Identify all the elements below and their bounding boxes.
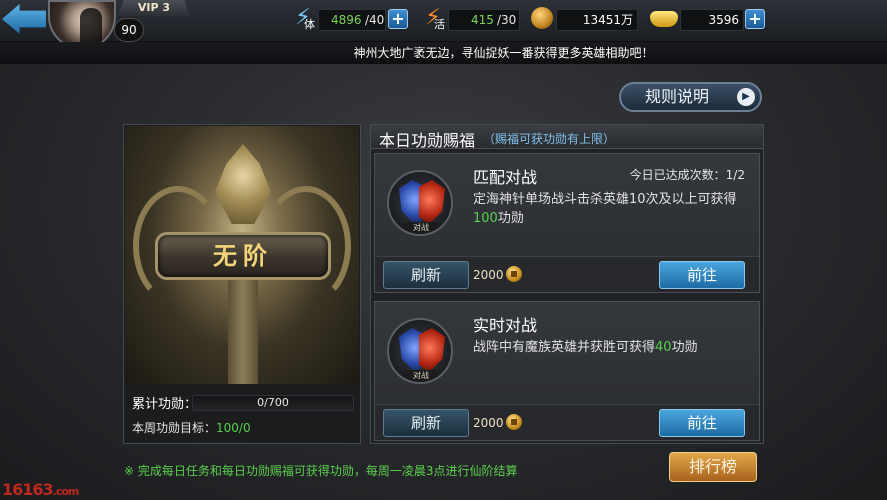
card-title: 匹配对战 <box>473 168 538 187</box>
vip-badge[interactable]: VIP 3 <box>118 0 190 16</box>
daily-blessing-panel: 本日功勋赐福 （赐福可获功勋有上限） 对战 匹配对战 今日已达成次数：1/2 定… <box>370 124 764 444</box>
card-title: 实时对战 <box>473 316 538 335</box>
card-description: 定海神针单场战斗击杀英雄10次及以上可获得 100功勋 <box>473 190 753 228</box>
daily-header: 本日功勋赐福 （赐福可获功勋有上限） <box>371 125 763 150</box>
reward-value: 2000 <box>473 416 504 430</box>
desc-highlight: 40 <box>655 340 672 355</box>
weekly-target-value: 100/0 <box>216 421 251 435</box>
red-mask <box>419 328 445 372</box>
gold-ingot-icon <box>648 3 680 33</box>
rank-panel: 无阶 累计功勋： 0/700 本周功勋目标：100/0 <box>123 124 361 444</box>
versus-mask-icon: 对战 <box>387 170 453 236</box>
rank-stats: 累计功勋： 0/700 本周功勋目标：100/0 <box>124 387 360 443</box>
emblem-tag: 对战 <box>403 370 439 382</box>
copper-value: 13451万 <box>582 13 633 27</box>
copper-counter: 13451万 <box>556 9 638 31</box>
ranking-button[interactable]: 排行榜 <box>669 452 757 482</box>
rank-emblem-art: 无阶 <box>125 126 359 384</box>
rules-button[interactable]: 规则说明 ▶ <box>619 82 762 112</box>
vitality-label: 活 <box>434 18 445 31</box>
emblem-tag: 对战 <box>403 222 439 234</box>
copper-coin-icon <box>505 414 522 430</box>
red-mask <box>419 180 445 224</box>
desc-text: 定海神针单场战斗击杀英雄10次及以上可获得 <box>473 192 737 207</box>
desc-suffix: 功勋 <box>671 340 698 355</box>
refresh-button[interactable]: 刷新 <box>383 261 469 289</box>
card-description: 战阵中有魔族英雄并获胜可获得40功勋 <box>473 338 753 357</box>
card-footer: 刷新 2000 前往 <box>375 404 759 440</box>
merit-progress-text: 0/700 <box>257 396 289 409</box>
vitality-value: 415 <box>471 13 494 27</box>
stamina-value: 4896 <box>331 13 362 27</box>
copper-coin-icon <box>529 3 555 33</box>
reward: 2000 <box>473 414 522 432</box>
add-stamina-button[interactable]: + <box>388 9 408 29</box>
goto-button[interactable]: 前往 <box>659 409 745 437</box>
rules-button-label: 规则说明 <box>645 87 710 106</box>
copper-coin-icon <box>505 266 522 282</box>
site-watermark: 16163.com <box>2 480 80 499</box>
reward-value: 2000 <box>473 268 504 282</box>
refresh-button[interactable]: 刷新 <box>383 409 469 437</box>
goto-button[interactable]: 前往 <box>659 261 745 289</box>
top-bar: VIP 3 90 ⚡ 体 4896 /40 + ⚡ 活 415 /30 1345… <box>0 0 887 50</box>
reward: 2000 <box>473 266 522 284</box>
task-card-match-battle: 对战 匹配对战 今日已达成次数：1/2 定海神针单场战斗击杀英雄10次及以上可获… <box>374 153 760 293</box>
notice-banner: 神州大地广袤无边，寻仙捉妖一番获得更多英雄相助吧！ <box>0 42 887 64</box>
stamina-max: /40 <box>365 13 385 27</box>
daily-subtitle: （赐福可获功勋有上限） <box>483 132 616 146</box>
versus-mask-icon: 对战 <box>387 318 453 384</box>
desc-text: 战阵中有魔族英雄并获胜可获得 <box>473 340 656 355</box>
settlement-tip: ※ 完成每日任务和每日功勋赐福可获得功勋，每周一凌晨3点进行仙阶结算 <box>124 464 518 478</box>
merit-progress-bar: 0/700 <box>192 395 354 411</box>
weekly-target: 本周功勋目标：100/0 <box>132 419 251 436</box>
emblem-crest <box>215 144 271 224</box>
play-arrow-icon: ▶ <box>737 88 755 106</box>
card-footer: 刷新 2000 前往 <box>375 256 759 292</box>
gold-value: 3596 <box>708 13 739 27</box>
desc-suffix: 功勋 <box>497 211 524 226</box>
progress-label: 累计功勋： <box>132 397 198 412</box>
desc-highlight: 100 <box>473 211 498 226</box>
stamina-label: 体 <box>304 18 315 31</box>
stamina-counter: 4896 /40 <box>318 9 386 31</box>
add-gold-button[interactable]: + <box>745 9 765 29</box>
watermark-suffix: .com <box>52 485 80 498</box>
vitality-counter: 415 /30 <box>448 9 520 31</box>
gold-counter: 3596 <box>680 9 744 31</box>
rank-name-plaque: 无阶 <box>155 232 331 280</box>
player-level: 90 <box>114 18 144 42</box>
daily-title: 本日功勋赐福 <box>379 131 476 150</box>
vitality-max: /30 <box>497 13 517 27</box>
watermark-main: 16163 <box>2 480 54 499</box>
task-card-realtime-battle: 对战 实时对战 战阵中有魔族英雄并获胜可获得40功勋 刷新 2000 前往 <box>374 301 760 441</box>
back-arrow-icon[interactable] <box>2 4 46 34</box>
card-count: 今日已达成次数：1/2 <box>629 168 745 182</box>
weekly-target-label: 本周功勋目标： <box>132 421 217 435</box>
